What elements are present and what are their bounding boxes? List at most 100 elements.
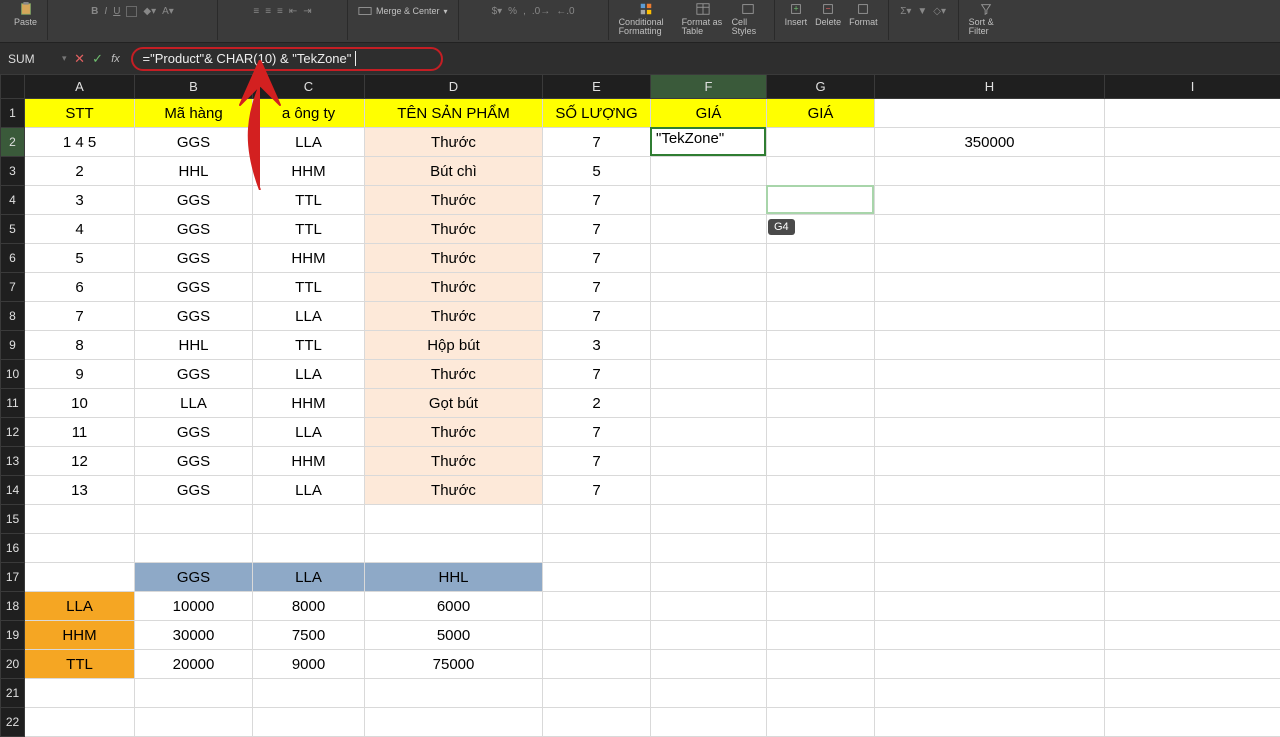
enter-icon[interactable]: ✓ — [89, 51, 107, 67]
cell[interactable] — [253, 505, 365, 534]
indent-inc-icon[interactable]: ⇥ — [303, 6, 311, 17]
cell[interactable] — [25, 679, 135, 708]
cell[interactable]: GGS — [135, 302, 253, 331]
cell[interactable] — [543, 592, 651, 621]
select-all-corner[interactable] — [1, 75, 25, 99]
cell[interactable] — [767, 389, 875, 418]
cell[interactable] — [1105, 534, 1280, 563]
paste-button[interactable]: Paste — [10, 0, 41, 40]
cell[interactable]: 20000 — [135, 650, 253, 679]
font-color-icon[interactable]: A▾ — [162, 6, 174, 17]
cell[interactable]: HHM — [253, 244, 365, 273]
cell[interactable]: LLA — [135, 389, 253, 418]
cell[interactable]: GGS — [135, 128, 253, 157]
row-12[interactable]: 12 — [1, 418, 25, 447]
cell[interactable] — [875, 215, 1105, 244]
cell[interactable] — [651, 505, 767, 534]
cell[interactable] — [875, 302, 1105, 331]
cell[interactable] — [25, 563, 135, 592]
cell[interactable]: Hộp bút — [365, 331, 543, 360]
currency-icon[interactable]: $▾ — [492, 6, 503, 17]
cell[interactable]: HHL — [365, 563, 543, 592]
cell-styles-button[interactable]: Cell Styles — [728, 0, 768, 40]
cell[interactable] — [1105, 650, 1280, 679]
cell[interactable] — [875, 476, 1105, 505]
formula-input[interactable]: ="Product"& CHAR(10) & "TekZone" — [143, 51, 356, 66]
cell[interactable]: 8 — [25, 331, 135, 360]
cell[interactable]: Gọt bút — [365, 389, 543, 418]
cell[interactable] — [651, 650, 767, 679]
cell[interactable] — [651, 389, 767, 418]
cell[interactable] — [767, 331, 875, 360]
cell[interactable] — [365, 708, 543, 737]
cell[interactable] — [767, 476, 875, 505]
row-9[interactable]: 9 — [1, 331, 25, 360]
delete-button[interactable]: − Delete — [811, 0, 845, 40]
cell[interactable]: LLA — [25, 592, 135, 621]
col-I[interactable]: I — [1105, 75, 1280, 99]
cell[interactable] — [651, 418, 767, 447]
row-10[interactable]: 10 — [1, 360, 25, 389]
autosum-icon[interactable]: Σ▾ — [900, 6, 911, 17]
cell[interactable]: 7 — [25, 302, 135, 331]
cell[interactable]: LLA — [253, 563, 365, 592]
cell[interactable] — [1105, 592, 1280, 621]
cell[interactable]: LLA — [253, 302, 365, 331]
sort-filter-button[interactable]: Sort & Filter — [965, 0, 1007, 40]
cell[interactable] — [875, 418, 1105, 447]
comma-icon[interactable]: , — [523, 6, 526, 17]
cancel-icon[interactable]: ✕ — [71, 51, 89, 67]
cell[interactable] — [651, 157, 767, 186]
cell[interactable]: 5 — [25, 244, 135, 273]
cell[interactable] — [543, 534, 651, 563]
cell[interactable] — [767, 244, 875, 273]
cell[interactable]: 7 — [543, 273, 651, 302]
cell[interactable]: 7 — [543, 476, 651, 505]
cell[interactable] — [1105, 244, 1280, 273]
cell[interactable] — [543, 679, 651, 708]
cell[interactable] — [875, 186, 1105, 215]
cell[interactable] — [651, 447, 767, 476]
row-20[interactable]: 20 — [1, 650, 25, 679]
cell[interactable] — [135, 679, 253, 708]
col-D[interactable]: D — [365, 75, 543, 99]
cell[interactable] — [767, 563, 875, 592]
cell[interactable] — [1105, 302, 1280, 331]
col-H[interactable]: H — [875, 75, 1105, 99]
col-G[interactable]: G — [767, 75, 875, 99]
col-C[interactable]: C — [253, 75, 365, 99]
cell[interactable]: STT — [25, 99, 135, 128]
cell[interactable]: HHM — [253, 447, 365, 476]
cell[interactable]: 7 — [543, 302, 651, 331]
cell[interactable]: Thước — [365, 186, 543, 215]
col-F[interactable]: F — [651, 75, 767, 99]
cell[interactable]: 7 — [543, 244, 651, 273]
cell[interactable] — [767, 273, 875, 302]
cell[interactable]: TTL — [253, 273, 365, 302]
cell[interactable] — [651, 186, 767, 215]
format-button[interactable]: Format — [845, 0, 882, 40]
cell[interactable] — [767, 621, 875, 650]
align-right-icon[interactable]: ≡ — [277, 6, 283, 17]
cell[interactable] — [253, 679, 365, 708]
cell[interactable]: 30000 — [135, 621, 253, 650]
cell[interactable]: 8000 — [253, 592, 365, 621]
cell[interactable]: GGS — [135, 215, 253, 244]
cell[interactable] — [365, 505, 543, 534]
cell[interactable] — [875, 563, 1105, 592]
cell[interactable]: GGS — [135, 447, 253, 476]
cell[interactable] — [651, 476, 767, 505]
cell[interactable]: LLA — [253, 476, 365, 505]
cell[interactable] — [543, 563, 651, 592]
cell[interactable] — [875, 708, 1105, 737]
cell[interactable] — [543, 708, 651, 737]
cell[interactable]: Thước — [365, 360, 543, 389]
cell[interactable]: Thước — [365, 244, 543, 273]
row-21[interactable]: 21 — [1, 679, 25, 708]
cell[interactable]: HHM — [253, 389, 365, 418]
spreadsheet[interactable]: A B C D E F G H I 1STTMã hànga ông tyTÊN… — [0, 74, 1280, 737]
cell[interactable]: 3 — [543, 331, 651, 360]
cell[interactable] — [767, 186, 875, 215]
cell[interactable] — [135, 708, 253, 737]
cell[interactable]: 7 — [543, 447, 651, 476]
